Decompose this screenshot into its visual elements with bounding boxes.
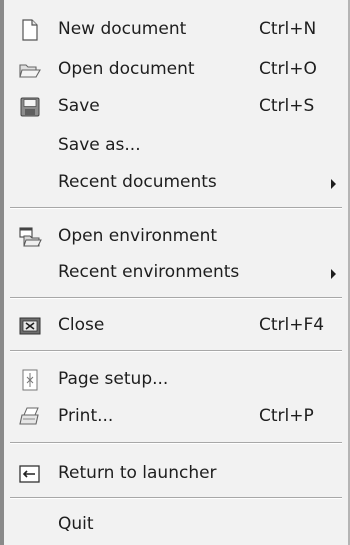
submenu-arrow-icon [331,179,336,189]
open-folder-icon [18,58,42,82]
menu-item-quit[interactable]: Quit [4,507,348,543]
menu-item-label: New document [58,19,187,39]
menu-item-label: Save [58,96,100,116]
menu-item-label: Return to launcher [58,463,217,483]
save-floppy-icon [18,95,42,119]
menu-separator [10,497,342,499]
menu-item-label: Open environment [58,226,218,246]
menu-item-print[interactable]: Print... Ctrl+P [4,399,348,435]
menu-item-page-setup[interactable]: Page setup... [4,362,348,398]
menu-item-open-document[interactable]: Open document Ctrl+O [4,52,348,88]
menu-separator [10,442,342,444]
file-menu: New document Ctrl+N Open document Ctrl+O… [0,0,350,545]
menu-item-label: Quit [58,514,94,534]
menu-item-recent-documents[interactable]: Recent documents [4,165,348,201]
menu-item-shortcut: Ctrl+S [259,96,315,116]
menu-item-close[interactable]: Close Ctrl+F4 [4,308,348,344]
menu-item-save-as[interactable]: Save as... [4,128,348,164]
menu-item-label: Save as... [58,135,141,155]
menu-separator [10,207,342,209]
menu-item-open-environment[interactable]: Open environment [4,219,348,255]
menu-item-label: Print... [58,406,114,426]
menu-item-return-to-launcher[interactable]: Return to launcher [4,456,348,492]
page-setup-icon [18,368,42,392]
menu-item-new-document[interactable]: New document Ctrl+N [4,12,348,48]
menu-item-shortcut: Ctrl+F4 [259,315,325,335]
menu-item-label: Recent environments [58,262,240,282]
menu-item-shortcut: Ctrl+O [259,59,317,79]
menu-item-label: Page setup... [58,369,169,389]
menu-separator [10,297,342,299]
menu-item-recent-environments[interactable]: Recent environments [4,255,348,291]
printer-icon [18,405,42,429]
menu-item-shortcut: Ctrl+N [259,19,317,39]
submenu-arrow-icon [331,269,336,279]
menu-item-label: Open document [58,59,195,79]
new-document-icon [18,18,42,42]
menu-item-shortcut: Ctrl+P [259,406,314,426]
menu-item-save[interactable]: Save Ctrl+S [4,89,348,125]
menu-item-label: Recent documents [58,172,217,192]
open-environment-icon [18,225,42,249]
menu-item-label: Close [58,315,105,335]
close-window-icon [18,314,42,338]
menu-separator [10,350,342,352]
return-arrow-icon [18,462,42,486]
